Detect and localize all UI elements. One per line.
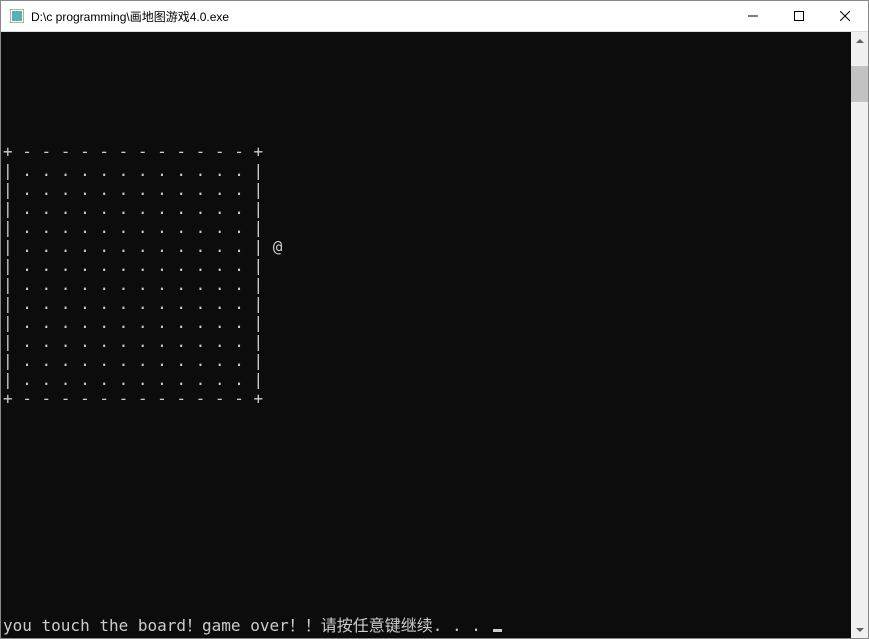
scroll-thumb[interactable] (851, 66, 868, 102)
window-buttons (730, 1, 868, 31)
minimize-button[interactable] (730, 1, 776, 31)
status-text: you touch the board！game over！！请按任意键继续. … (3, 616, 491, 635)
text-cursor (493, 629, 502, 632)
scroll-down-icon[interactable] (851, 621, 868, 638)
maximize-button[interactable] (776, 1, 822, 31)
app-window: D:\c programming\画地图游戏4.0.exe + - - - - … (0, 0, 869, 639)
status-line: you touch the board！game over！！请按任意键继续. … (3, 616, 502, 635)
title-bar[interactable]: D:\c programming\画地图游戏4.0.exe (1, 1, 868, 32)
client-area: + - - - - - - - - - - - - + | . . . . . … (1, 32, 868, 638)
console-output[interactable]: + - - - - - - - - - - - - + | . . . . . … (1, 32, 851, 638)
window-title: D:\c programming\画地图游戏4.0.exe (31, 8, 730, 25)
scroll-up-icon[interactable] (851, 32, 868, 49)
vertical-scrollbar[interactable] (851, 32, 868, 638)
game-board: + - - - - - - - - - - - - + | . . . . . … (3, 142, 282, 408)
app-icon (9, 8, 25, 24)
close-button[interactable] (822, 1, 868, 31)
